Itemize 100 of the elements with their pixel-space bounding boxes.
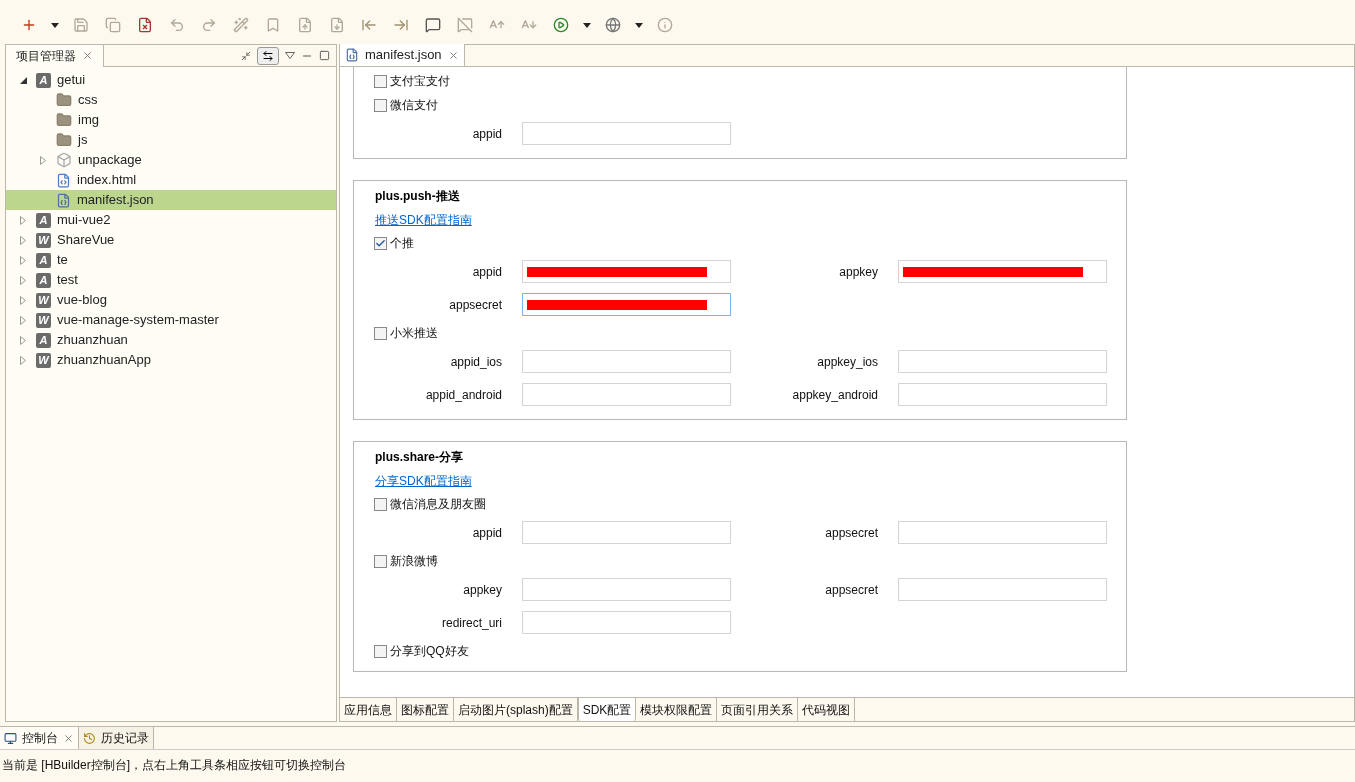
config-tab[interactable]: 应用信息 — [340, 698, 397, 721]
tree-item-label: unpackage — [78, 151, 142, 170]
tree-item[interactable]: W vue-blog — [6, 290, 336, 310]
tree-item[interactable]: manifest.json — [6, 190, 336, 210]
input-field[interactable] — [522, 260, 731, 283]
console-message: 当前是 [HBuilder控制台]，点右上角工具条相应按钮可切换控制台 — [2, 758, 347, 772]
checkbox-label: 新浪微博 — [390, 553, 438, 570]
collapse-all-icon[interactable] — [241, 50, 251, 61]
input-field[interactable] — [898, 260, 1107, 283]
tree-item-label: vue-manage-system-master — [57, 311, 219, 330]
checkbox[interactable] — [374, 74, 387, 88]
project-icon: A — [36, 252, 51, 268]
config-tab[interactable]: 代码视图 — [798, 698, 856, 721]
tree-item[interactable]: W vue-manage-system-master — [6, 310, 336, 330]
monitor-icon — [4, 731, 17, 745]
folder-icon — [56, 112, 72, 128]
undo-icon — [169, 17, 185, 33]
section-title: plus.share-分享 — [374, 449, 465, 466]
input-field[interactable] — [898, 350, 1107, 373]
tree-item-label: ShareVue — [57, 231, 115, 250]
checkbox-label: 分享到QQ好友 — [390, 643, 469, 660]
tree-item-label: zhuanzhuan — [57, 331, 128, 350]
checkbox[interactable] — [374, 326, 387, 340]
checkbox[interactable] — [374, 236, 387, 250]
config-tab[interactable]: 模块权限配置 — [636, 698, 718, 721]
tree-item-label: zhuanzhuanApp — [57, 351, 151, 370]
config-tab[interactable]: 页面引用关系 — [717, 698, 799, 721]
field-label: appid — [471, 524, 502, 542]
save-all-icon — [105, 17, 121, 33]
project-icon: A — [36, 332, 51, 348]
info-icon — [657, 17, 673, 33]
view-menu-icon[interactable] — [285, 52, 295, 59]
tree-item[interactable]: W ShareVue — [6, 230, 336, 250]
link-editor-button[interactable] — [257, 46, 279, 65]
tree-item[interactable]: index.html — [6, 170, 336, 190]
run-icon — [553, 17, 569, 33]
tree-item[interactable]: unpackage — [6, 150, 336, 170]
input-field[interactable] — [522, 611, 731, 634]
tree-item-label: index.html — [77, 171, 137, 190]
console-tab[interactable]: 历史记录 — [79, 727, 154, 749]
input-field[interactable] — [522, 350, 731, 373]
input-field[interactable] — [522, 293, 731, 316]
history-icon — [83, 731, 96, 745]
tree-item-label: css — [78, 91, 98, 110]
save-icon — [73, 17, 89, 33]
input-field[interactable] — [898, 383, 1107, 406]
checkbox[interactable] — [374, 497, 387, 511]
config-tab[interactable]: SDK配置 — [577, 698, 637, 721]
project-icon: W — [36, 352, 51, 368]
caret-icon — [51, 22, 59, 28]
field-label: appsecret — [824, 524, 878, 542]
project-icon: A — [36, 212, 51, 228]
tree-item[interactable]: css — [6, 90, 336, 110]
caret-icon — [583, 22, 591, 28]
input-field[interactable] — [522, 383, 731, 406]
checkbox-label: 支付宝支付 — [390, 73, 450, 90]
bookmark-icon — [265, 17, 281, 33]
guide-link[interactable]: 推送SDK配置指南 — [375, 211, 472, 229]
input-field[interactable] — [522, 122, 731, 145]
console-tab[interactable]: 控制台 — [0, 727, 79, 749]
checkbox[interactable] — [374, 644, 387, 658]
uncomment-icon — [457, 17, 473, 33]
tree-item[interactable]: img — [6, 110, 336, 130]
json-file-icon — [56, 192, 71, 208]
maximize-icon[interactable] — [319, 50, 330, 61]
html-file-icon — [56, 172, 71, 188]
tree-item-label: js — [78, 131, 88, 150]
tree-item[interactable]: A zhuanzhuan — [6, 330, 336, 350]
config-tab[interactable]: 图标配置 — [397, 698, 454, 721]
input-field[interactable] — [522, 521, 731, 544]
field-label: appid_ios — [449, 353, 502, 371]
guide-link[interactable]: 分享SDK配置指南 — [375, 472, 472, 490]
tree-item-label: test — [57, 271, 78, 290]
tree-item[interactable]: js — [6, 130, 336, 150]
tree-item[interactable]: A te — [6, 250, 336, 270]
checkbox-label: 个推 — [390, 235, 414, 252]
config-tab[interactable]: 启动图片(splash)配置 — [454, 698, 578, 721]
close-icon — [447, 49, 459, 61]
project-icon: A — [36, 72, 51, 88]
field-label: appid_android — [424, 386, 502, 404]
tree-item-label: img — [78, 111, 99, 130]
comment-icon — [425, 17, 441, 33]
tree-item[interactable]: A test — [6, 270, 336, 290]
field-label: appkey_android — [791, 386, 878, 404]
field-label: appsecret — [448, 296, 502, 314]
checkbox-label: 微信支付 — [390, 97, 438, 114]
close-icon — [82, 50, 93, 61]
checkbox[interactable] — [374, 554, 387, 568]
input-field[interactable] — [898, 578, 1107, 601]
tree-item[interactable]: A getui — [6, 70, 336, 90]
input-field[interactable] — [898, 521, 1107, 544]
check-icon — [375, 237, 386, 249]
tree-item[interactable]: A mui-vue2 — [6, 210, 336, 230]
field-label: appid — [471, 263, 502, 281]
checkbox[interactable] — [374, 98, 387, 112]
indent-left-icon — [361, 17, 377, 33]
tree-item[interactable]: W zhuanzhuanApp — [6, 350, 336, 370]
panel-tab[interactable]: 项目管理器 — [6, 44, 104, 67]
input-field[interactable] — [522, 578, 731, 601]
editor-tab[interactable]: manifest.json — [340, 44, 465, 66]
